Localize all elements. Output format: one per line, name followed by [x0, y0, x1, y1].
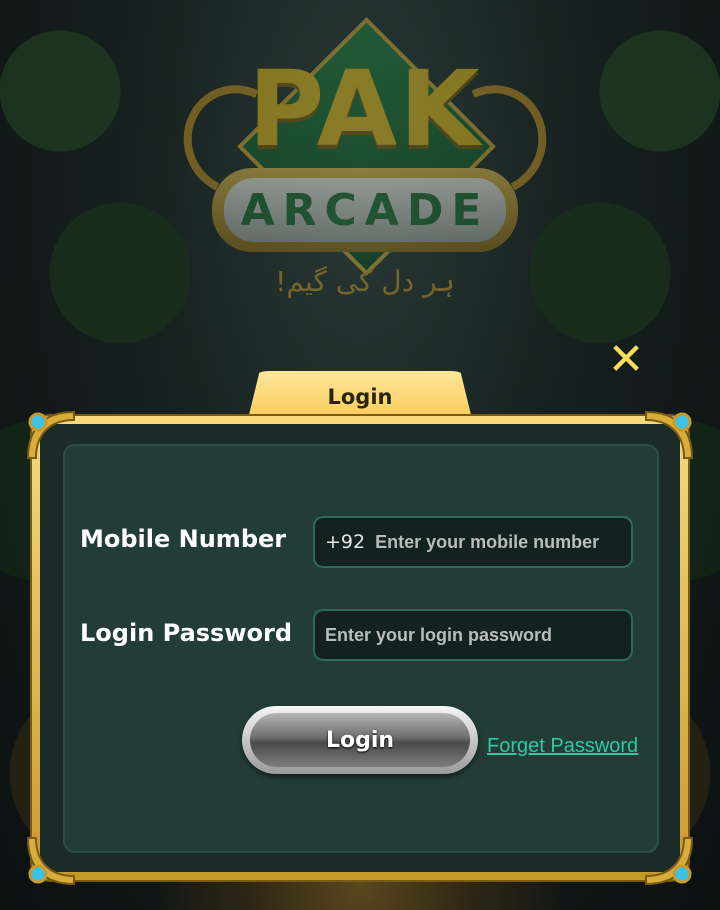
country-code-prefix: +92	[325, 531, 366, 553]
pak-arcade-logo: PAK ARCADE ہر دل کی گیم!	[168, 10, 562, 320]
close-icon[interactable]: ✕	[606, 338, 646, 382]
mobile-number-label: Mobile Number	[80, 525, 287, 553]
mobile-number-placeholder: Enter your mobile number	[375, 531, 600, 552]
login-password-label: Login Password	[80, 619, 293, 647]
logo-title: PAK	[248, 48, 482, 170]
corner-ornament-icon	[642, 834, 696, 888]
login-button[interactable]: Login	[242, 706, 478, 774]
dialog-tab-title: Login	[327, 385, 393, 409]
mobile-number-input[interactable]: +92 Enter your mobile number	[313, 516, 633, 568]
login-password-input[interactable]: Enter your login password	[313, 609, 633, 661]
logo-subtitle: ARCADE	[224, 178, 506, 242]
corner-ornament-icon	[642, 408, 696, 462]
logo-tagline: ہر دل کی گیم!	[275, 265, 455, 298]
login-button-label: Login	[250, 713, 470, 767]
forget-password-link[interactable]: Forget Password	[487, 735, 638, 758]
login-password-placeholder: Enter your login password	[325, 624, 553, 645]
corner-ornament-icon	[24, 408, 78, 462]
corner-ornament-icon	[24, 834, 78, 888]
